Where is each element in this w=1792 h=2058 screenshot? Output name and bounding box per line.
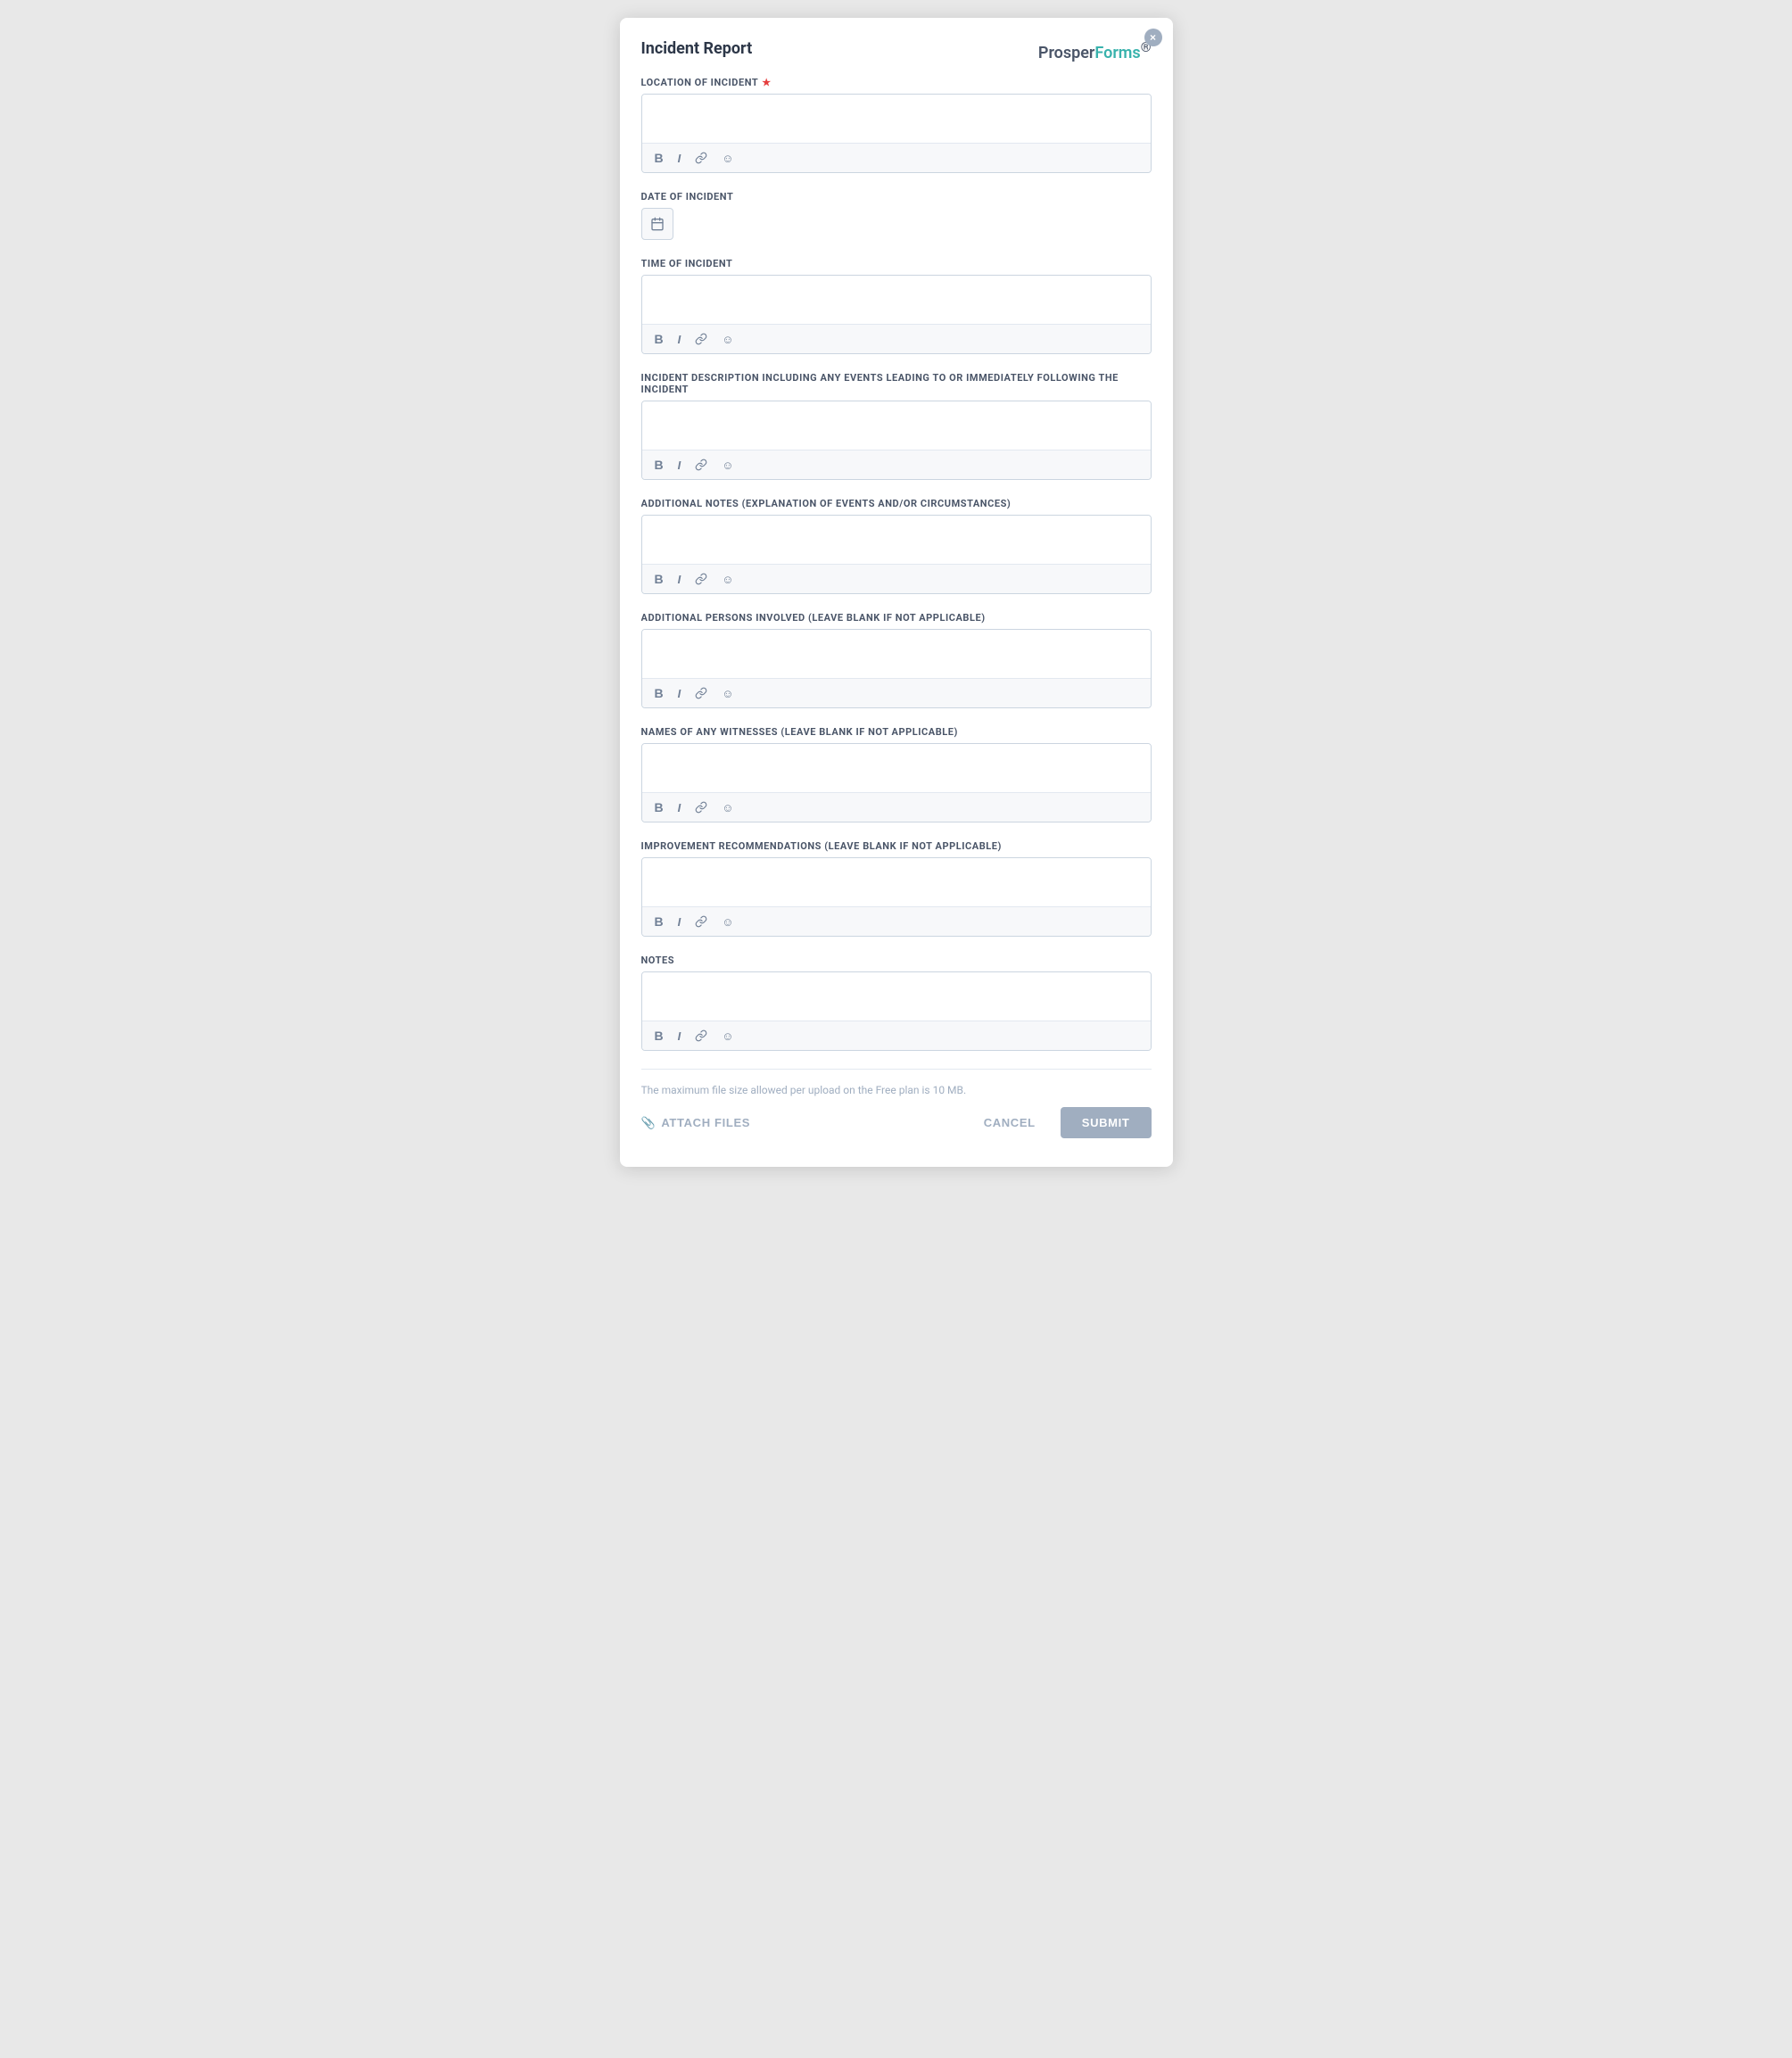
improvement-bold-btn[interactable]: B — [651, 913, 667, 930]
persons-involved-input[interactable] — [642, 630, 1151, 674]
time-toolbar: B I ☺ — [642, 324, 1151, 353]
improvement-emoji-btn[interactable]: ☺ — [718, 913, 737, 930]
time-editor: B I ☺ — [641, 275, 1152, 354]
description-input[interactable] — [642, 401, 1151, 446]
brand-logo: ProsperForms® — [1038, 39, 1152, 62]
location-input[interactable] — [642, 95, 1151, 139]
persons-involved-editor: B I ☺ — [641, 629, 1152, 708]
footer-section: The maximum file size allowed per upload… — [641, 1069, 1152, 1167]
description-bold-btn[interactable]: B — [651, 456, 667, 474]
modal-container: Incident Report ProsperForms® × LOCATION… — [620, 18, 1173, 1167]
improvement-toolbar: B I ☺ — [642, 906, 1151, 936]
persons-involved-bold-btn[interactable]: B — [651, 684, 667, 702]
file-size-note: The maximum file size allowed per upload… — [641, 1084, 1152, 1096]
brand-forms: Forms — [1094, 44, 1140, 62]
submit-button[interactable]: SUBMIT — [1061, 1107, 1152, 1138]
improvement-link-btn[interactable] — [691, 913, 711, 930]
notes-italic-btn[interactable]: I — [674, 1028, 685, 1045]
additional-notes-emoji-btn[interactable]: ☺ — [718, 571, 737, 588]
field-description-label: INCIDENT DESCRIPTION INCLUDING ANY EVENT… — [641, 372, 1152, 395]
form-actions: CANCEL SUBMIT — [970, 1107, 1152, 1138]
field-time: TIME OF INCIDENT B I ☺ — [641, 258, 1152, 354]
witnesses-link-btn[interactable] — [691, 799, 711, 815]
field-persons-involved: ADDITIONAL PERSONS INVOLVED (LEAVE BLANK… — [641, 612, 1152, 708]
witnesses-toolbar: B I ☺ — [642, 792, 1151, 822]
persons-involved-italic-btn[interactable]: I — [674, 685, 685, 702]
field-witnesses: NAMES OF ANY WITNESSES (LEAVE BLANK IF N… — [641, 726, 1152, 822]
time-link-btn[interactable] — [691, 331, 711, 347]
persons-involved-emoji-btn[interactable]: ☺ — [718, 685, 737, 702]
notes-link-btn[interactable] — [691, 1028, 711, 1044]
time-bold-btn[interactable]: B — [651, 330, 667, 348]
field-description: INCIDENT DESCRIPTION INCLUDING ANY EVENT… — [641, 372, 1152, 480]
attach-label: ATTACH FILES — [661, 1116, 750, 1129]
description-editor: B I ☺ — [641, 401, 1152, 480]
persons-involved-link-btn[interactable] — [691, 685, 711, 701]
time-input[interactable] — [642, 276, 1151, 320]
description-emoji-btn[interactable]: ☺ — [718, 457, 737, 474]
witnesses-input[interactable] — [642, 744, 1151, 789]
field-additional-notes: ADDITIONAL NOTES (EXPLANATION OF EVENTS … — [641, 498, 1152, 594]
close-button[interactable]: × — [1144, 29, 1162, 46]
location-editor: B I ☺ — [641, 94, 1152, 173]
modal-header: Incident Report ProsperForms® — [641, 39, 1152, 62]
required-star: ★ — [762, 77, 771, 88]
location-italic-btn[interactable]: I — [674, 150, 685, 167]
additional-notes-editor: B I ☺ — [641, 515, 1152, 594]
field-witnesses-label: NAMES OF ANY WITNESSES (LEAVE BLANK IF N… — [641, 726, 1152, 738]
field-notes: NOTES B I ☺ — [641, 955, 1152, 1051]
additional-notes-input[interactable] — [642, 516, 1151, 560]
field-additional-notes-label: ADDITIONAL NOTES (EXPLANATION OF EVENTS … — [641, 498, 1152, 509]
location-toolbar: B I ☺ — [642, 143, 1151, 172]
brand-prosper: Prosper — [1038, 44, 1095, 62]
time-italic-btn[interactable]: I — [674, 331, 685, 348]
field-location: LOCATION OF INCIDENT ★ B I ☺ — [641, 77, 1152, 173]
persons-involved-toolbar: B I ☺ — [642, 678, 1151, 707]
additional-notes-link-btn[interactable] — [691, 571, 711, 587]
improvement-editor: B I ☺ — [641, 857, 1152, 937]
witnesses-bold-btn[interactable]: B — [651, 798, 667, 816]
field-persons-involved-label: ADDITIONAL PERSONS INVOLVED (LEAVE BLANK… — [641, 612, 1152, 624]
notes-bold-btn[interactable]: B — [651, 1027, 667, 1045]
attach-files-button[interactable]: 📎 ATTACH FILES — [641, 1116, 751, 1130]
field-location-label: LOCATION OF INCIDENT ★ — [641, 77, 1152, 88]
form-content: LOCATION OF INCIDENT ★ B I ☺ DATE OF INC… — [641, 77, 1152, 1167]
field-improvement: IMPROVEMENT RECOMMENDATIONS (LEAVE BLANK… — [641, 840, 1152, 937]
field-time-label: TIME OF INCIDENT — [641, 258, 1152, 269]
modal-title: Incident Report — [641, 39, 753, 58]
location-link-btn[interactable] — [691, 150, 711, 166]
time-emoji-btn[interactable]: ☺ — [718, 331, 737, 348]
additional-notes-italic-btn[interactable]: I — [674, 571, 685, 588]
date-picker-button[interactable] — [641, 208, 673, 240]
location-emoji-btn[interactable]: ☺ — [718, 150, 737, 167]
notes-editor: B I ☺ — [641, 971, 1152, 1051]
improvement-italic-btn[interactable]: I — [674, 913, 685, 930]
witnesses-emoji-btn[interactable]: ☺ — [718, 799, 737, 816]
description-toolbar: B I ☺ — [642, 450, 1151, 479]
additional-notes-bold-btn[interactable]: B — [651, 570, 667, 588]
field-improvement-label: IMPROVEMENT RECOMMENDATIONS (LEAVE BLANK… — [641, 840, 1152, 852]
cancel-button[interactable]: CANCEL — [970, 1109, 1050, 1136]
description-link-btn[interactable] — [691, 457, 711, 473]
footer-actions: 📎 ATTACH FILES CANCEL SUBMIT — [641, 1107, 1152, 1153]
location-bold-btn[interactable]: B — [651, 149, 667, 167]
notes-toolbar: B I ☺ — [642, 1021, 1151, 1050]
notes-emoji-btn[interactable]: ☺ — [718, 1028, 737, 1045]
notes-input[interactable] — [642, 972, 1151, 1017]
witnesses-editor: B I ☺ — [641, 743, 1152, 822]
paperclip-icon: 📎 — [641, 1116, 657, 1130]
field-notes-label: NOTES — [641, 955, 1152, 966]
description-italic-btn[interactable]: I — [674, 457, 685, 474]
field-date-label: DATE OF INCIDENT — [641, 191, 1152, 202]
improvement-input[interactable] — [642, 858, 1151, 903]
additional-notes-toolbar: B I ☺ — [642, 564, 1151, 593]
field-date: DATE OF INCIDENT — [641, 191, 1152, 240]
witnesses-italic-btn[interactable]: I — [674, 799, 685, 816]
